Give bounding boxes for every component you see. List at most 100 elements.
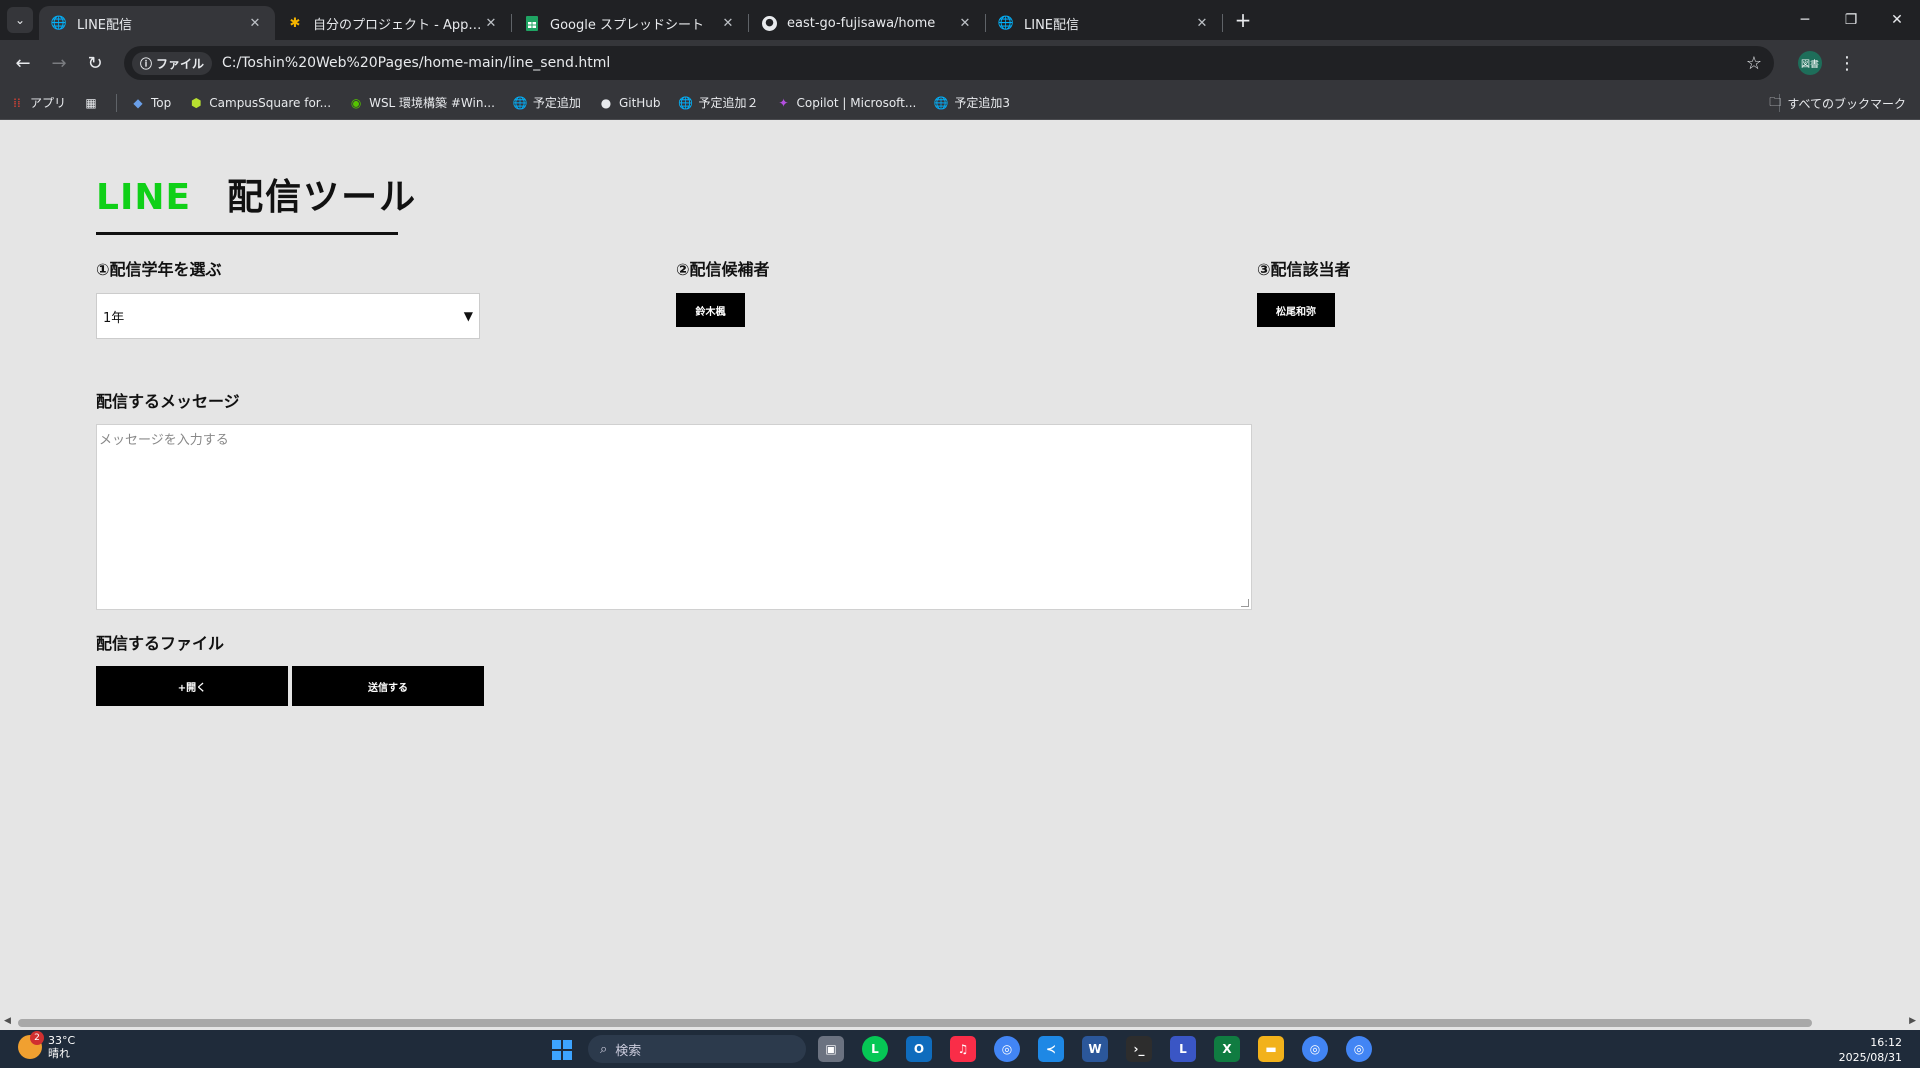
tab-line-send-2[interactable]: 🌐 LINE配信 ✕ bbox=[986, 6, 1222, 40]
address-bar[interactable]: ⓘ ファイル C:/Toshin%20Web%20Pages/home-main… bbox=[124, 46, 1774, 80]
github-icon bbox=[761, 15, 777, 31]
bookmark-label: すべてのブックマーク bbox=[1787, 96, 1906, 111]
horizontal-scrollbar[interactable]: ◀ ▶ bbox=[0, 1016, 1920, 1030]
open-file-button[interactable]: +開く bbox=[96, 666, 288, 706]
scrollbar-thumb[interactable] bbox=[18, 1019, 1812, 1027]
outlook-icon[interactable]: O bbox=[906, 1036, 932, 1062]
candidate-button[interactable]: 鈴木楓 bbox=[676, 293, 745, 327]
close-icon[interactable]: ✕ bbox=[247, 16, 263, 31]
tab-search-button[interactable]: ⌄ bbox=[7, 7, 33, 33]
brand-label: LINE bbox=[96, 177, 192, 218]
menu-kebab-icon[interactable]: ⋮ bbox=[1838, 53, 1856, 74]
vscode-icon[interactable]: ≺ bbox=[1038, 1036, 1064, 1062]
bookmark-label: Copilot | Microsoft... bbox=[796, 95, 917, 110]
sheets-icon bbox=[524, 15, 540, 31]
tab-apps-script[interactable]: ✱ 自分のプロジェクト - Apps Script ✕ bbox=[275, 6, 511, 40]
close-window-icon[interactable]: ✕ bbox=[1874, 0, 1920, 40]
step3-label: ③配信該当者 bbox=[1257, 260, 1351, 279]
excel-icon[interactable]: X bbox=[1214, 1036, 1240, 1062]
chevron-down-icon: ▼ bbox=[463, 309, 473, 323]
search-placeholder: 検索 bbox=[615, 1043, 642, 1059]
bookmark-star-icon[interactable]: ☆ bbox=[1746, 53, 1762, 74]
bookmark-github[interactable]: ● GitHub bbox=[599, 96, 661, 110]
tab-bar: ⌄ 🌐 LINE配信 ✕ ✱ 自分のプロジェクト - Apps Script ✕… bbox=[0, 0, 1920, 40]
minimize-icon[interactable]: ─ bbox=[1782, 0, 1828, 40]
task-view-icon[interactable]: ▣ bbox=[818, 1036, 844, 1062]
restore-icon[interactable]: ❐ bbox=[1828, 0, 1874, 40]
chrome-profile-2-icon[interactable]: ◎ bbox=[1346, 1036, 1372, 1062]
copilot-icon: ✦ bbox=[778, 95, 789, 110]
bookmark-label: Top bbox=[151, 95, 172, 110]
site-info-chip[interactable]: ⓘ ファイル bbox=[132, 51, 213, 75]
close-icon[interactable]: ✕ bbox=[1194, 16, 1210, 31]
bookmark-schedule-1[interactable]: 🌐 予定追加 bbox=[512, 94, 580, 111]
bookmark-tab-groups[interactable]: ▦ bbox=[84, 96, 98, 110]
scroll-right-arrow-icon[interactable]: ▶ bbox=[1909, 1016, 1916, 1026]
chevron-down-icon: ⌄ bbox=[14, 13, 26, 27]
close-icon[interactable]: ✕ bbox=[720, 16, 736, 31]
windows-start-icon[interactable] bbox=[552, 1040, 572, 1060]
folder-icon: 🗀 bbox=[1769, 94, 1782, 109]
profile-avatar[interactable]: 図書 bbox=[1798, 51, 1822, 75]
forward-button[interactable]: → bbox=[42, 46, 76, 80]
bookmarks-bar: ⁞⁞ アプリ ▦ ◆ Top ⬢ CampusSquare for... ◉ WSL 環… bbox=[0, 86, 1920, 120]
reload-icon: ↻ bbox=[87, 52, 103, 74]
file-explorer-icon[interactable]: ▬ bbox=[1258, 1036, 1284, 1062]
bookmark-label: CampusSquare for... bbox=[209, 95, 332, 110]
message-textarea[interactable]: メッセージを入力する bbox=[96, 424, 1252, 610]
reload-button[interactable]: ↻ bbox=[78, 46, 112, 80]
info-icon: ⓘ bbox=[140, 56, 153, 71]
tab-google-sheets[interactable]: Google スプレッドシート ✕ bbox=[512, 6, 748, 40]
bookmark-label: GitHub bbox=[618, 95, 661, 110]
send-button[interactable]: 送信する bbox=[292, 666, 484, 706]
app-l-icon[interactable]: L bbox=[1170, 1036, 1196, 1062]
word-icon[interactable]: W bbox=[1082, 1036, 1108, 1062]
weather-widget[interactable]: 2 33°C 晴れ bbox=[18, 1031, 75, 1060]
clock-date: 2025/08/31 bbox=[1838, 1051, 1902, 1064]
new-tab-button[interactable]: + bbox=[1229, 6, 1257, 34]
grade-select[interactable]: 1年 ▼ bbox=[96, 293, 480, 339]
taskbar-search[interactable]: ⌕ 検索 bbox=[588, 1035, 806, 1063]
close-icon[interactable]: ✕ bbox=[957, 16, 973, 31]
globe-icon: 🌐 bbox=[50, 15, 68, 31]
bookmark-copilot[interactable]: ✦ Copilot | Microsoft... bbox=[777, 96, 917, 110]
bookmark-schedule-2[interactable]: 🌐 予定追加２ bbox=[678, 94, 758, 111]
github-icon: ● bbox=[600, 95, 612, 110]
clock[interactable]: 16:12 2025/08/31 bbox=[1839, 1035, 1902, 1065]
tab-line-send[interactable]: 🌐 LINE配信 ✕ bbox=[39, 6, 275, 40]
message-placeholder: メッセージを入力する bbox=[99, 433, 229, 448]
url-text[interactable]: C:/Toshin%20Web%20Pages/home-main/line_s… bbox=[222, 55, 610, 71]
taskbar: 2 33°C 晴れ ⌕ 検索 ▣ L O ♫ ◎ ≺ W ›_ L X ▬ ◎ … bbox=[0, 1030, 1920, 1068]
weather-desc: 晴れ bbox=[48, 1047, 70, 1060]
bookmark-label: WSL 環境構築 #Win... bbox=[369, 96, 495, 110]
target-button[interactable]: 松尾和弥 bbox=[1257, 293, 1335, 327]
globe-icon: 🌐 bbox=[933, 95, 949, 110]
profile-label: 図書 bbox=[1800, 59, 1819, 70]
tab-title: 自分のプロジェクト - Apps Script bbox=[313, 17, 483, 33]
bookmark-schedule-3[interactable]: 🌐 予定追加3 bbox=[934, 94, 1010, 111]
all-bookmarks-button[interactable]: 🗀 すべてのブックマーク bbox=[1769, 86, 1906, 120]
tab-title: Google スプレッドシート bbox=[550, 17, 704, 33]
terminal-icon[interactable]: ›_ bbox=[1126, 1036, 1152, 1062]
step2-label: ②配信候補者 bbox=[676, 260, 770, 279]
music-icon[interactable]: ♫ bbox=[950, 1036, 976, 1062]
resize-grip-icon[interactable] bbox=[1241, 599, 1249, 607]
arrow-right-icon: → bbox=[51, 52, 67, 74]
bookmark-apps[interactable]: ⁞⁞ アプリ bbox=[10, 94, 66, 111]
chrome-profile-icon[interactable]: ◎ bbox=[1302, 1036, 1328, 1062]
apps-grid-icon: ⁞⁞ bbox=[13, 95, 21, 110]
bookmark-campussquare[interactable]: ⬢ CampusSquare for... bbox=[189, 96, 331, 110]
line-app-icon[interactable]: L bbox=[862, 1036, 888, 1062]
back-button[interactable]: ← bbox=[6, 46, 40, 80]
tab-github[interactable]: east-go-fujisawa/home ✕ bbox=[749, 6, 985, 40]
chrome-icon[interactable]: ◎ bbox=[994, 1036, 1020, 1062]
bookmark-top[interactable]: ◆ Top bbox=[131, 96, 171, 110]
close-icon[interactable]: ✕ bbox=[483, 16, 499, 31]
arrow-left-icon: ← bbox=[15, 52, 31, 74]
tab-groups-icon: ▦ bbox=[85, 95, 97, 110]
search-icon: ⌕ bbox=[600, 1041, 608, 1057]
scroll-left-arrow-icon[interactable]: ◀ bbox=[4, 1016, 11, 1026]
title-text: 配信ツール bbox=[227, 177, 418, 218]
qiita-icon: ◉ bbox=[350, 95, 362, 110]
bookmark-wsl[interactable]: ◉ WSL 環境構築 #Win... bbox=[349, 94, 495, 111]
